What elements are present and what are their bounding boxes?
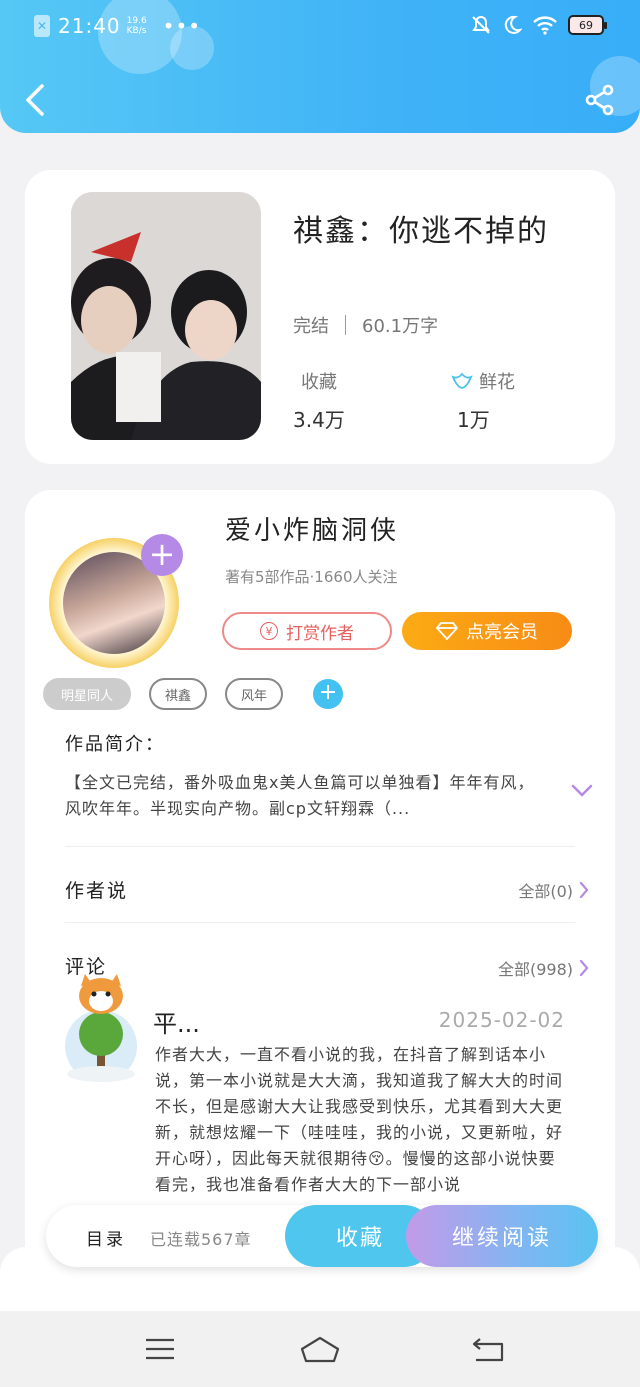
wifi-icon: [533, 16, 557, 35]
chevron-right-icon: [579, 881, 589, 899]
moon-icon: [504, 15, 522, 34]
menu-icon[interactable]: [142, 1335, 178, 1363]
share-icon[interactable]: [584, 84, 616, 116]
divider: [65, 922, 575, 923]
mute-bell-icon: [472, 15, 490, 34]
chevron-right-icon: [579, 959, 589, 977]
expand-chevron-icon[interactable]: [571, 784, 593, 798]
word-count: 60.1万字: [362, 316, 439, 337]
favorites-value: 3.4万: [293, 408, 345, 432]
comment-text: 作者大大，一直不看小说的我，在抖音了解到话本小说，第一本小说就是大大滴，我知道我…: [155, 1045, 564, 1194]
book-title: 祺鑫：你逃不掉的: [293, 214, 549, 249]
tag-item[interactable]: 明星同人: [43, 678, 132, 710]
toc-button[interactable]: 目录: [86, 1225, 126, 1250]
cover-photo-illustration: [71, 192, 261, 440]
battery-icon: 69: [568, 15, 607, 35]
intro-text: 【全文已完结，番外吸血鬼x美人鱼篇可以单独看】年年有风，风吹年年。半现实向产物。…: [65, 773, 535, 818]
yen-icon: ¥: [260, 622, 278, 640]
tag-item[interactable]: 祺鑫: [149, 678, 208, 710]
divider: [65, 846, 575, 847]
commenter-avatar[interactable]: [61, 974, 141, 1086]
flower-icon: [451, 372, 473, 389]
return-icon[interactable]: [470, 1335, 506, 1363]
tip-author-button[interactable]: ¥ 打赏作者: [222, 612, 392, 650]
network-speed: 19.6 KB/s: [126, 16, 147, 36]
vip-label: 点亮会员: [466, 622, 538, 643]
author-info: 著有5部作品·1660人关注: [225, 568, 398, 586]
status-time: 21:40: [58, 14, 121, 38]
commenter-name: 平...: [153, 1010, 200, 1038]
flowers-label[interactable]: 鲜花: [451, 368, 515, 394]
tag-list: 明星同人 祺鑫 风年 +: [43, 678, 344, 710]
home-icon[interactable]: [298, 1335, 342, 1363]
vip-button[interactable]: 点亮会员: [402, 612, 572, 650]
favorites-label: 收藏: [301, 372, 337, 393]
tag-item[interactable]: 风年: [225, 678, 284, 710]
diamond-icon: [436, 622, 458, 640]
meta-divider: [345, 315, 346, 335]
follow-plus-button[interactable]: +: [141, 534, 183, 576]
comment-date: 2025-02-02: [438, 1008, 565, 1032]
author-says-title: 作者说: [65, 880, 129, 902]
book-info-card: 祺鑫：你逃不掉的 完结 60.1万字 收藏 3.4万 鲜花 1万: [25, 170, 615, 464]
author-says-all-link[interactable]: 全部(0): [518, 878, 589, 902]
flowers-value: 1万: [457, 408, 490, 432]
top-header: ✕ 21:40 19.6 KB/s ••• 69: [0, 0, 640, 133]
author-name[interactable]: 爱小炸脑洞侠: [225, 510, 399, 547]
read-action-bar: 目录 已连载567章 收藏 继续阅读: [46, 1205, 598, 1267]
book-status: 完结: [293, 316, 329, 337]
chapter-count: 已连载567章: [150, 1230, 252, 1249]
more-notifications-icon: •••: [162, 14, 202, 38]
book-meta: 完结 60.1万字: [293, 312, 438, 338]
status-bar: ✕ 21:40 19.6 KB/s ••• 69: [34, 12, 607, 40]
battery-level: 69: [579, 18, 593, 32]
tip-author-label: 打赏作者: [286, 623, 354, 644]
back-icon[interactable]: [22, 82, 50, 118]
comments-all-link[interactable]: 全部(998): [498, 956, 589, 980]
book-cover-image[interactable]: [71, 192, 261, 440]
sim-icon: ✕: [34, 15, 50, 37]
add-tag-button[interactable]: +: [313, 679, 344, 709]
intro-title: 作品简介：: [65, 734, 165, 755]
continue-reading-button[interactable]: 继续阅读: [406, 1205, 598, 1267]
system-nav-bar: [0, 1311, 640, 1387]
